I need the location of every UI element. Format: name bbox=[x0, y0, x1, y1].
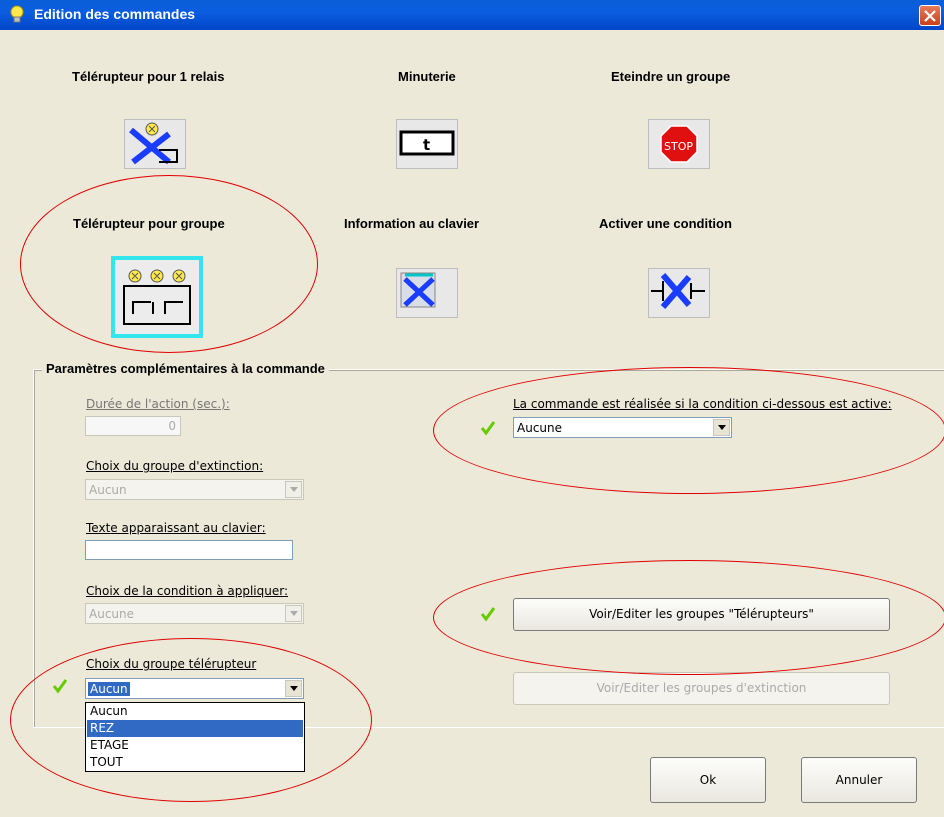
active-condition-value: Aucune bbox=[517, 421, 563, 435]
close-button[interactable] bbox=[919, 5, 941, 26]
view-extinction-groups-button[interactable]: Voir/Editer les groupes d'extinction bbox=[513, 672, 890, 705]
condition-label: Choix de la condition à appliquer: bbox=[86, 584, 288, 598]
extinction-group-select[interactable]: Aucun bbox=[85, 479, 304, 500]
cancel-button[interactable]: Annuler bbox=[801, 757, 917, 803]
dropdown-option[interactable]: ETAGE bbox=[87, 737, 303, 754]
cmd-label-eteindre-groupe: Eteindre un groupe bbox=[611, 69, 731, 84]
cmd-label-information-clavier: Information au clavier bbox=[344, 216, 480, 231]
telerupteur-group-value: Aucun bbox=[88, 682, 130, 696]
cmd-telerupteur-relais-button[interactable] bbox=[124, 119, 186, 169]
keyboard-text-label: Texte apparaissant au clavier: bbox=[86, 521, 266, 535]
group-relay-icon bbox=[123, 269, 191, 325]
cmd-telerupteur-groupe-button[interactable] bbox=[111, 256, 203, 338]
telerupteur-group-dropdown: Aucun REZ ETAGE TOUT bbox=[85, 702, 305, 772]
cmd-label-activer-condition: Activer une condition bbox=[599, 216, 732, 231]
dropdown-option[interactable]: TOUT bbox=[87, 754, 303, 771]
active-condition-select[interactable]: Aucune bbox=[513, 417, 732, 438]
chevron-down-icon[interactable] bbox=[285, 481, 302, 498]
duration-input[interactable]: 0 bbox=[85, 416, 181, 436]
params-groupbox-title: Paramètres complémentaires à la commande bbox=[42, 361, 329, 376]
timer-icon-text: t bbox=[423, 136, 430, 154]
cmd-eteindre-groupe-button[interactable]: STOP bbox=[648, 119, 710, 169]
telerupteur-group-label: Choix du groupe télérupteur bbox=[86, 657, 257, 671]
dropdown-option[interactable]: REZ bbox=[87, 720, 303, 737]
duration-label: Durée de l'action (sec.): bbox=[86, 397, 230, 411]
condition-value: Aucune bbox=[89, 607, 135, 621]
relay-switch-icon bbox=[129, 122, 178, 165]
extinction-group-value: Aucun bbox=[89, 483, 127, 497]
cmd-minuterie-button[interactable]: t bbox=[396, 119, 458, 169]
cmd-label-minuterie: Minuterie bbox=[398, 69, 456, 84]
cmd-activer-condition-button[interactable] bbox=[648, 268, 710, 318]
dialog-window: Edition des commandes Télérupteur pour 1… bbox=[0, 0, 944, 817]
chevron-down-icon[interactable] bbox=[713, 419, 730, 436]
cmd-information-clavier-button[interactable] bbox=[396, 268, 458, 318]
ok-button[interactable]: Ok bbox=[650, 757, 766, 803]
extinction-group-label: Choix du groupe d'extinction: bbox=[86, 459, 264, 473]
dropdown-option[interactable]: Aucun bbox=[87, 703, 303, 720]
cmd-label-telerupteur-groupe: Télérupteur pour groupe bbox=[73, 216, 225, 231]
checkmark-icon bbox=[480, 607, 496, 622]
cmd-label-telerupteur-relais: Télérupteur pour 1 relais bbox=[72, 69, 225, 84]
checkmark-icon bbox=[52, 679, 68, 694]
window-title: Edition des commandes bbox=[34, 6, 196, 22]
chevron-down-icon[interactable] bbox=[285, 680, 302, 697]
telerupteur-group-select[interactable]: Aucun bbox=[85, 678, 304, 699]
close-icon bbox=[924, 10, 936, 22]
title-bar[interactable]: Edition des commandes bbox=[0, 0, 944, 30]
view-telerupteur-groups-button[interactable]: Voir/Editer les groupes "Télérupteurs" bbox=[513, 598, 890, 631]
checkmark-icon bbox=[480, 421, 496, 436]
condition-select[interactable]: Aucune bbox=[85, 603, 304, 624]
active-condition-label: La commande est réalisée si la condition… bbox=[513, 397, 892, 411]
timer-icon: t bbox=[399, 130, 455, 156]
stop-sign-text: STOP bbox=[664, 140, 693, 153]
chevron-down-icon[interactable] bbox=[285, 605, 302, 622]
stop-sign-icon: STOP bbox=[660, 125, 698, 163]
lightbulb-icon bbox=[10, 5, 24, 23]
keyboard-text-input[interactable] bbox=[85, 540, 293, 560]
keyboard-info-icon bbox=[400, 272, 436, 308]
condition-switch-icon bbox=[651, 273, 705, 309]
